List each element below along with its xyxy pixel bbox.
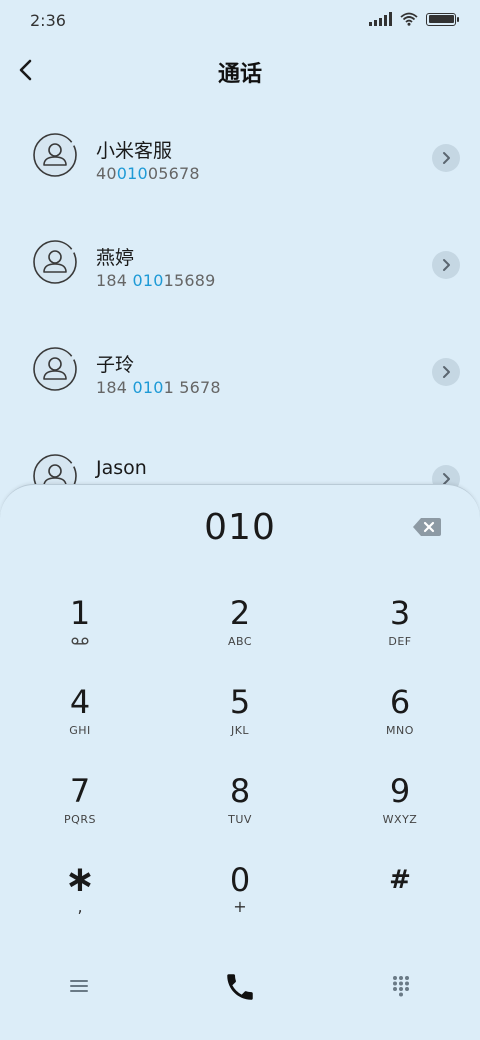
contact-number: 184 01015689 [96, 271, 216, 290]
key-letters: TUV [228, 813, 252, 826]
menu-icon [70, 980, 88, 992]
key-5[interactable]: 5 JKL [160, 670, 320, 759]
contact-name: 燕婷 [96, 247, 135, 269]
key-digit: 5 [229, 683, 251, 721]
key-digit: 9 [389, 772, 411, 810]
key-letters: DEF [388, 635, 412, 648]
contact-item[interactable]: 子玲 184 0101 5678 [0, 316, 480, 423]
status-bar: 2:36 [0, 0, 480, 42]
call-button[interactable] [218, 965, 262, 1009]
battery-fill [428, 15, 454, 23]
key-letters: PQRS [64, 813, 96, 826]
contact-item[interactable]: 小米客服 4001005678 [0, 102, 480, 209]
status-icons [369, 12, 459, 26]
contact-name: Jason [96, 457, 147, 479]
battery-icon [426, 12, 459, 26]
backspace-button[interactable] [412, 515, 442, 539]
key-digit: # [389, 865, 411, 895]
contact-detail-button[interactable] [432, 251, 460, 279]
key-4[interactable]: 4 GHI [0, 670, 160, 759]
dialpad-panel: 010 1 2 ABC 3 DEF 4 GHI 5 JKL 6 MNO 7 PQ… [0, 484, 480, 1040]
wifi-icon [400, 12, 418, 26]
key-letters: MNO [386, 724, 414, 737]
key-digit: 4 [69, 683, 91, 721]
avatar-icon [33, 133, 77, 177]
voicemail-icon [0, 635, 160, 648]
phone-screen: 2:36 通话 小米客服 4001005678 燕婷 184 01015689 … [0, 0, 480, 1040]
key-digit: 8 [229, 772, 251, 810]
key-letters: , [77, 897, 83, 916]
key-letters: GHI [69, 724, 91, 737]
contact-name: 子玲 [96, 354, 135, 376]
keypad-toggle-button[interactable] [386, 971, 416, 1001]
key-digit: 2 [229, 594, 251, 632]
key-digit: 7 [69, 772, 91, 810]
contact-number: 184 0101 5678 [96, 378, 221, 397]
key-9[interactable]: 9 WXYZ [320, 759, 480, 848]
contact-list: 小米客服 4001005678 燕婷 184 01015689 子玲 184 0… [0, 102, 480, 530]
header: 通话 [0, 44, 480, 96]
key-3[interactable]: 3 DEF [320, 581, 480, 670]
key-0[interactable]: 0 + [160, 848, 320, 937]
key-digit: 0 [229, 861, 251, 899]
bottom-bar [0, 963, 480, 1013]
avatar-icon [33, 347, 77, 391]
key-1[interactable]: 1 [0, 581, 160, 670]
key-letters: JKL [230, 724, 250, 737]
contact-item[interactable]: 燕婷 184 01015689 [0, 209, 480, 316]
key-digit: 1 [69, 594, 91, 632]
signal-icon [369, 12, 392, 26]
key-6[interactable]: 6 MNO [320, 670, 480, 759]
contact-number: 4001005678 [96, 164, 200, 183]
dialpad-icon [393, 976, 409, 997]
key-digit: ∗ [64, 859, 96, 900]
dialed-number: 010 [204, 507, 276, 548]
status-time: 2:36 [30, 11, 66, 30]
phone-icon [227, 974, 253, 1000]
menu-button[interactable] [64, 971, 94, 1001]
key-letters: + [233, 897, 247, 916]
backspace-icon [413, 518, 441, 536]
key-digit: 6 [389, 683, 411, 721]
key-star[interactable]: ∗ , [0, 848, 160, 937]
contact-name: 小米客服 [96, 140, 173, 162]
chevron-right-icon [443, 259, 450, 271]
page-title: 通话 [217, 62, 262, 87]
key-digit: 3 [389, 594, 411, 632]
key-8[interactable]: 8 TUV [160, 759, 320, 848]
avatar-icon [33, 240, 77, 284]
key-7[interactable]: 7 PQRS [0, 759, 160, 848]
chevron-right-icon [443, 366, 450, 378]
key-hash[interactable]: # [320, 848, 480, 937]
key-letters: WXYZ [382, 813, 418, 826]
contact-detail-button[interactable] [432, 144, 460, 172]
key-2[interactable]: 2 ABC [160, 581, 320, 670]
contact-detail-button[interactable] [432, 358, 460, 386]
key-letters: ABC [227, 635, 253, 648]
chevron-right-icon [443, 152, 450, 164]
